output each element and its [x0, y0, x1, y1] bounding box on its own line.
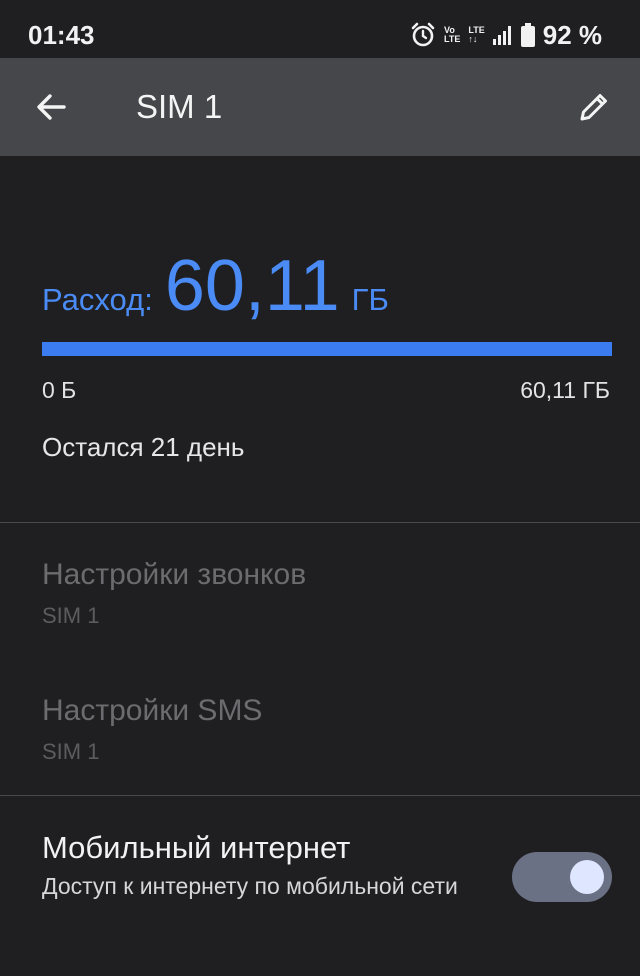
call-settings-title: Настройки звонков: [42, 558, 307, 591]
mobile-internet-description: Доступ к интернету по мобильной сети: [42, 873, 458, 899]
sms-settings-subtitle: SIM 1: [42, 739, 100, 764]
app-bar: SIM 1: [0, 58, 640, 156]
range-min-label: 0 Б: [42, 377, 77, 403]
battery-icon: [520, 23, 535, 47]
sms-settings-title: Настройки SMS: [42, 694, 263, 727]
usage-unit: ГБ: [351, 282, 389, 317]
battery-level: 92 %: [542, 19, 602, 50]
volte-indicator: Vo LTE: [444, 25, 461, 44]
edit-button[interactable]: [570, 83, 618, 131]
mobile-internet-title: Мобильный интернет: [42, 830, 351, 865]
back-button[interactable]: [28, 83, 76, 131]
status-time: 01:43: [28, 20, 95, 50]
usage-progress-bar: [42, 342, 612, 356]
lte-indicator: LTE ↑↓: [468, 25, 485, 44]
usage-progress-fill: [42, 342, 612, 356]
range-max-label: 60,11 ГБ: [520, 377, 610, 403]
days-left-label: Остался 21 день: [42, 432, 245, 462]
arrow-left-icon: [37, 94, 66, 120]
divider: [0, 795, 640, 796]
signal-icon: [492, 26, 511, 45]
alarm-icon: [411, 22, 435, 47]
usage-summary: Расход: 60,11 ГБ: [42, 250, 389, 322]
pencil-icon: [580, 94, 607, 121]
page-title: SIM 1: [136, 88, 223, 125]
mobile-internet-toggle[interactable]: [512, 852, 612, 902]
usage-label: Расход:: [42, 282, 153, 317]
status-icons: Vo LTE LTE ↑↓ 92 %: [410, 18, 602, 52]
call-settings-subtitle: SIM 1: [42, 603, 100, 628]
toggle-knob: [570, 860, 604, 894]
divider: [0, 522, 640, 523]
usage-value: 60,11: [164, 246, 340, 326]
status-bar: 01:43 Vo LTE LTE ↑↓ 92 %: [0, 0, 640, 58]
